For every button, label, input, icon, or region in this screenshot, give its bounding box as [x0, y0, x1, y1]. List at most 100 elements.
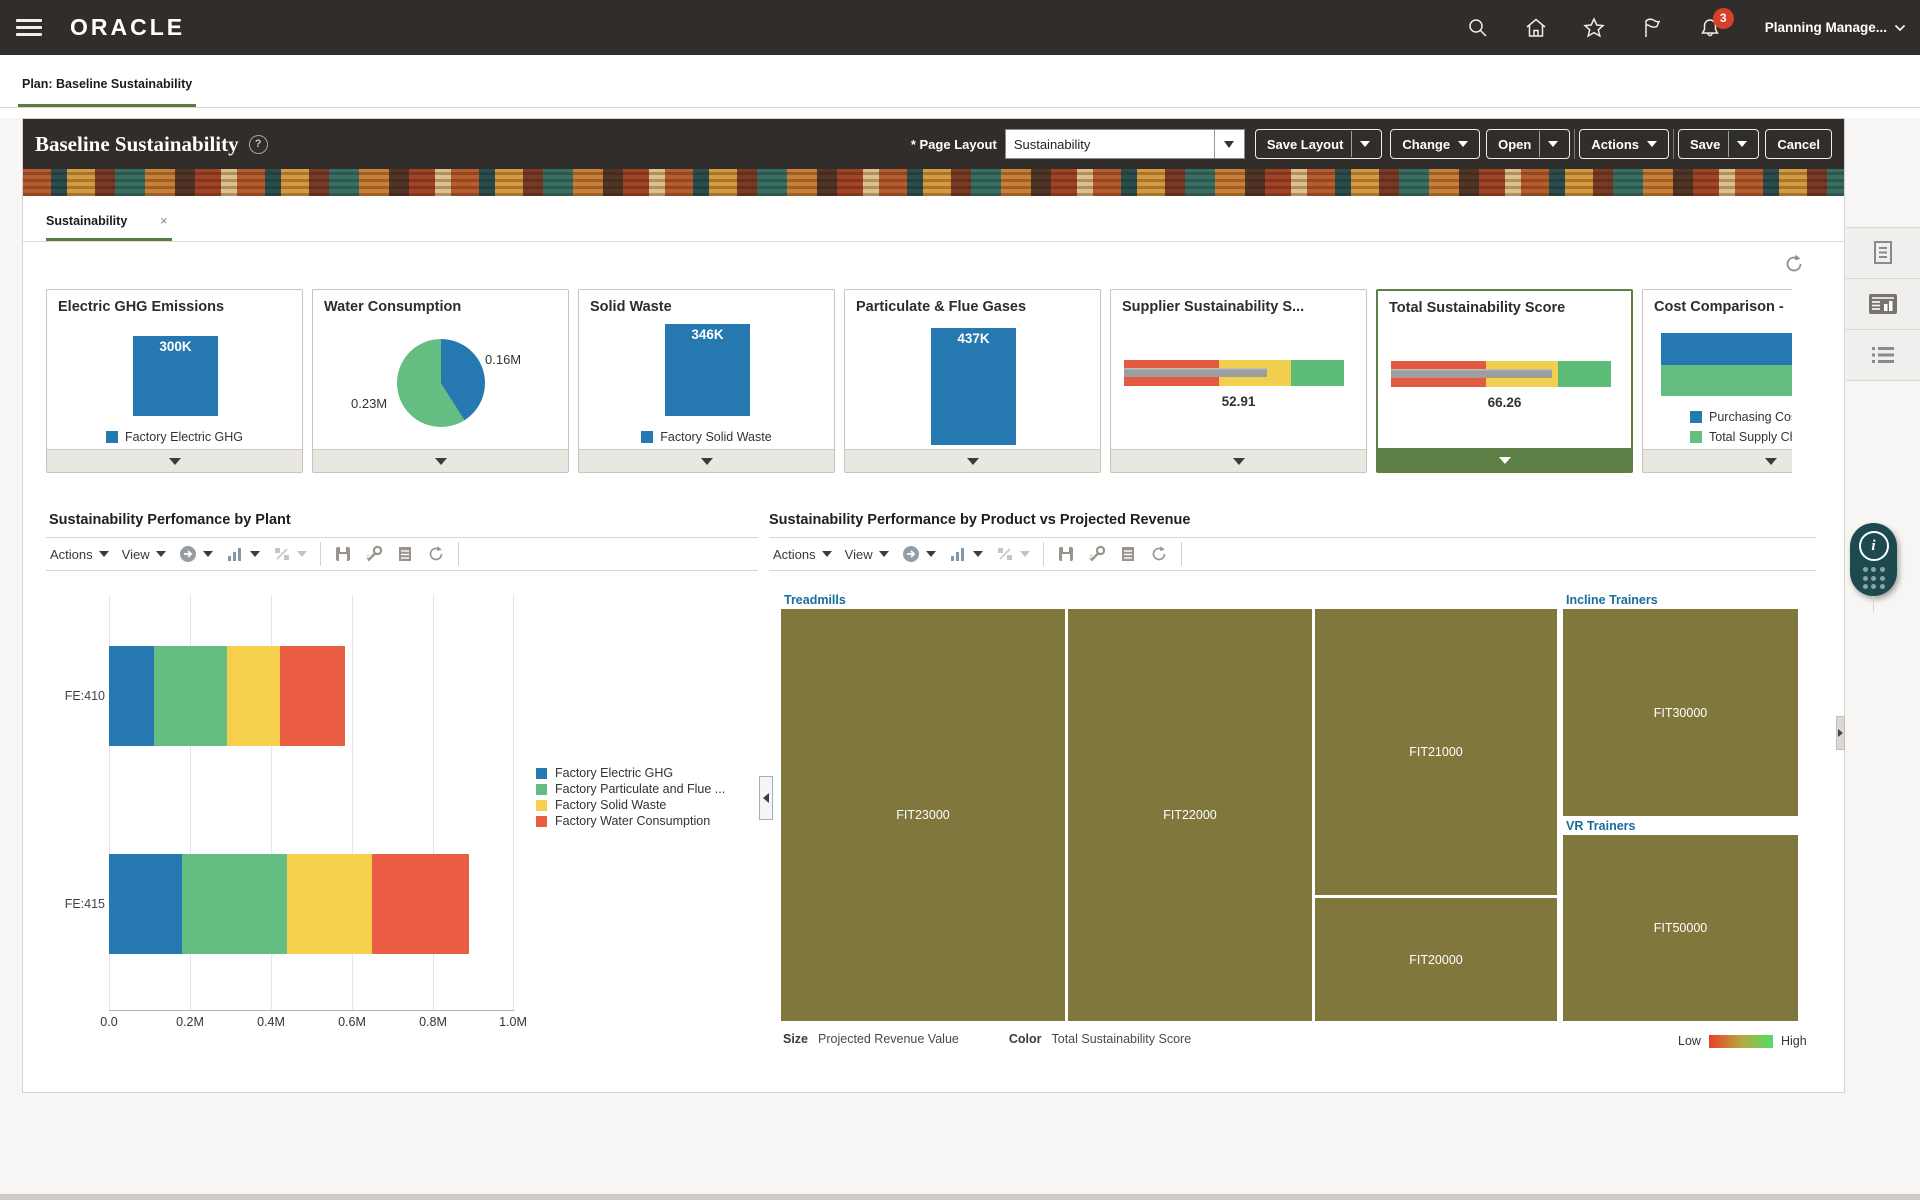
bar-segment-factory-solid-waste[interactable] [287, 854, 372, 954]
format-tools-icon[interactable] [1088, 545, 1106, 563]
save-icon[interactable] [1057, 545, 1075, 563]
legend-label: Factory Solid Waste [660, 430, 771, 444]
refresh-icon[interactable] [427, 545, 445, 563]
tile-expand-button[interactable] [47, 449, 302, 472]
list-panel-icon[interactable] [1846, 330, 1920, 381]
tile-water-consumption[interactable]: Water Consumption 0.16M 0.23M [312, 289, 569, 473]
page-layout-select[interactable]: Sustainability [1005, 129, 1245, 159]
treemap-node-fit21000[interactable]: FIT21000 [1315, 609, 1557, 895]
treemap-group-incline-trainers[interactable]: Incline Trainers [1563, 593, 1798, 609]
treemap-node-fit30000[interactable]: FIT30000 [1563, 609, 1798, 816]
bar-segment-factory-water-consumption[interactable] [372, 854, 469, 954]
home-icon[interactable] [1524, 16, 1548, 40]
bar-total-supply-chain[interactable] [1661, 365, 1792, 396]
go-button[interactable] [902, 545, 936, 563]
tile-expand-button[interactable] [1111, 449, 1366, 472]
hamburger-menu-icon[interactable] [16, 15, 42, 41]
expand-side-handle[interactable] [1836, 716, 1845, 750]
x-tick: 0.6M [322, 1015, 382, 1029]
pie-label: 0.16M [485, 352, 521, 367]
table-view-icon[interactable] [1119, 545, 1137, 563]
notification-badge: 3 [1713, 8, 1734, 29]
drag-handle-dots[interactable] [1863, 567, 1885, 589]
treemap-node-label: FIT20000 [1409, 953, 1463, 967]
plan-content: Sustainability × Electric GHG Emissions … [23, 196, 1844, 1092]
cancel-button[interactable]: Cancel [1765, 129, 1832, 159]
flag-watchlist-icon[interactable] [1640, 16, 1664, 40]
treemap-node-fit50000[interactable]: FIT50000 [1563, 835, 1798, 1021]
low-high-gradient [1709, 1035, 1773, 1048]
tile-expand-button[interactable] [313, 449, 568, 472]
open-button[interactable]: Open [1486, 129, 1570, 159]
side-panel-tabs [1846, 227, 1920, 381]
bar-segment-factory-electric-ghg[interactable] [109, 854, 182, 954]
treemap-node-label: FIT50000 [1654, 921, 1708, 935]
bar-segment-factory-solid-waste[interactable] [227, 646, 280, 746]
save-icon[interactable] [334, 545, 352, 563]
water-consumption-pie[interactable] [397, 339, 485, 427]
tile-particulate-flue-gases[interactable]: Particulate & Flue Gases 437K [844, 289, 1101, 473]
bar-purchasing-cost[interactable]: 423 [1661, 333, 1792, 365]
save-button[interactable]: Save [1678, 129, 1759, 159]
tile-solid-waste[interactable]: Solid Waste 346K Factory Solid Waste [578, 289, 835, 473]
treemap-node-label: FIT30000 [1654, 706, 1708, 720]
actions-button[interactable]: Actions [1579, 129, 1669, 159]
tile-expand-button[interactable] [579, 449, 834, 472]
treemap-group-treadmills[interactable]: Treadmills [781, 593, 1557, 609]
chart-layout-button[interactable] [949, 545, 983, 563]
info-icon[interactable]: i [1859, 531, 1889, 561]
view-menu[interactable]: View [845, 547, 889, 562]
infotiles-panel-icon[interactable] [1846, 279, 1920, 330]
tile-supplier-sustainability-score[interactable]: Supplier Sustainability S... 52.91 [1110, 289, 1367, 473]
treemap-node-fit22000[interactable]: FIT22000 [1068, 609, 1312, 1021]
go-button[interactable] [179, 545, 213, 563]
refresh-icon[interactable] [1150, 545, 1168, 563]
legend-label: Factory Water Consumption [555, 814, 710, 828]
gauge-indicator [1391, 369, 1552, 378]
notifications-bell-icon[interactable]: 3 [1698, 16, 1722, 40]
user-menu[interactable]: Planning Manage... [1765, 20, 1906, 35]
tile-expand-button[interactable] [845, 449, 1100, 472]
treemap-node-fit20000[interactable]: FIT20000 [1315, 898, 1557, 1021]
tile-total-sustainability-score[interactable]: Total Sustainability Score 66.26 [1376, 289, 1633, 473]
bar-solid-waste[interactable]: 346K [665, 324, 750, 416]
bar-segment-factory-particulate-and-flue-gases[interactable] [154, 646, 227, 746]
bar-segment-factory-electric-ghg[interactable] [109, 646, 154, 746]
tab-close-icon[interactable]: × [160, 213, 168, 228]
view-menu[interactable]: View [122, 547, 166, 562]
format-tools-icon[interactable] [365, 545, 383, 563]
gauge-value: 52.91 [1111, 394, 1366, 409]
plan-tab[interactable]: Plan: Baseline Sustainability [22, 77, 192, 91]
table-view-icon[interactable] [396, 545, 414, 563]
treemap-group-vr-trainers[interactable]: VR Trainers [1563, 819, 1798, 835]
tile-expand-button[interactable] [1643, 449, 1792, 472]
gauge-indicator [1124, 368, 1267, 377]
chart-layout-button[interactable] [226, 545, 260, 563]
page-composer-pill[interactable]: i [1850, 523, 1897, 596]
horizontal-scrollbar[interactable] [0, 1194, 1920, 1200]
compare-button-disabled [273, 545, 307, 563]
tile-electric-ghg-emissions[interactable]: Electric GHG Emissions 300K Factory Elec… [46, 289, 303, 473]
bar-segment-factory-particulate-and-flue-gases[interactable] [182, 854, 287, 954]
collapse-panel-handle[interactable] [759, 776, 773, 820]
documents-panel-icon[interactable] [1846, 227, 1920, 279]
reset-infotiles-icon[interactable] [1783, 253, 1805, 275]
favorites-star-icon[interactable] [1582, 16, 1606, 40]
legend-label: Factory Particulate and Flue ... [555, 782, 725, 796]
change-button[interactable]: Change [1390, 129, 1480, 159]
save-layout-button[interactable]: Save Layout [1255, 129, 1383, 159]
treemap-node-fit23000[interactable]: FIT23000 [781, 609, 1065, 1021]
tile-collapse-button[interactable] [1378, 448, 1631, 471]
bar-electric-ghg[interactable]: 300K [133, 336, 218, 416]
y-axis-label: FE:410 [45, 689, 105, 703]
tab-sustainability[interactable]: Sustainability [46, 214, 127, 228]
help-icon[interactable]: ? [249, 135, 268, 154]
actions-menu[interactable]: Actions [773, 547, 832, 562]
bar-segment-factory-water-consumption[interactable] [280, 646, 345, 746]
page-layout-dropdown-button[interactable] [1214, 130, 1244, 158]
actions-menu[interactable]: Actions [50, 547, 109, 562]
bar-particulate[interactable]: 437K [931, 328, 1016, 445]
tile-cost-comparison[interactable]: Cost Comparison - 423 Purchasing Cos Tot… [1642, 289, 1792, 473]
stacked-bar-fe415 [109, 854, 469, 954]
search-icon[interactable] [1466, 16, 1490, 40]
